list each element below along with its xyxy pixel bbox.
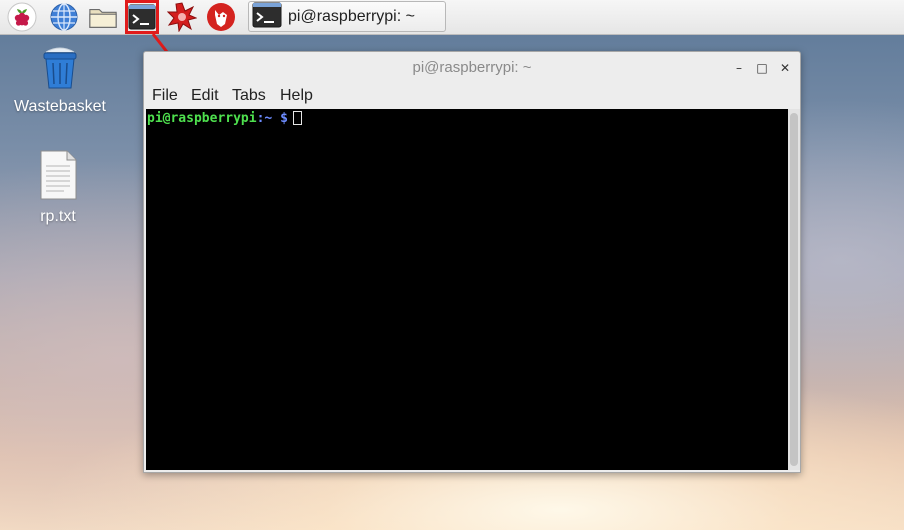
minimize-button[interactable]: – [730,59,748,77]
shell-prompt: pi@raspberrypi:~ $ [147,111,302,127]
desktop-item-wastebasket[interactable]: Wastebasket [5,44,115,116]
scrollbar[interactable] [788,109,800,470]
taskbar-terminal-task[interactable]: pi@raspberrypi: ~ [248,1,446,32]
menu-file[interactable]: File [152,87,178,105]
task-label: pi@raspberrypi: ~ [288,7,415,25]
prompt-path: ~ [264,111,273,126]
close-button[interactable]: ✕ [776,59,794,77]
prompt-user: pi@raspberrypi [147,111,257,126]
wolfram-icon[interactable] [206,2,236,32]
raspberry-menu-icon[interactable] [7,2,37,32]
scrollbar-thumb[interactable] [790,113,798,466]
desktop-item-rp-txt[interactable]: rp.txt [3,150,113,226]
menubar: File Edit Tabs Help [144,84,800,108]
terminal-icon [252,2,282,32]
text-cursor [292,111,302,125]
window-titlebar[interactable]: pi@raspberrypi: ~ – □ ✕ [144,52,800,84]
menu-edit[interactable]: Edit [191,87,219,105]
text-file-icon [38,150,78,204]
terminal-window: pi@raspberrypi: ~ – □ ✕ File Edit Tabs H… [143,51,801,473]
prompt-symbol: $ [280,111,288,126]
web-browser-icon[interactable] [49,2,79,32]
menu-help[interactable]: Help [280,87,313,105]
window-title: pi@raspberrypi: ~ [412,59,532,76]
desktop-item-label: Wastebasket [14,98,106,115]
menu-tabs[interactable]: Tabs [232,87,266,105]
trash-icon [38,47,82,94]
desktop-item-label: rp.txt [40,208,76,225]
maximize-button[interactable]: □ [753,59,771,77]
taskbar: pi@raspberrypi: ~ [0,0,904,35]
terminal-area[interactable]: pi@raspberrypi:~ $ [146,109,788,470]
file-manager-icon[interactable] [88,2,118,32]
